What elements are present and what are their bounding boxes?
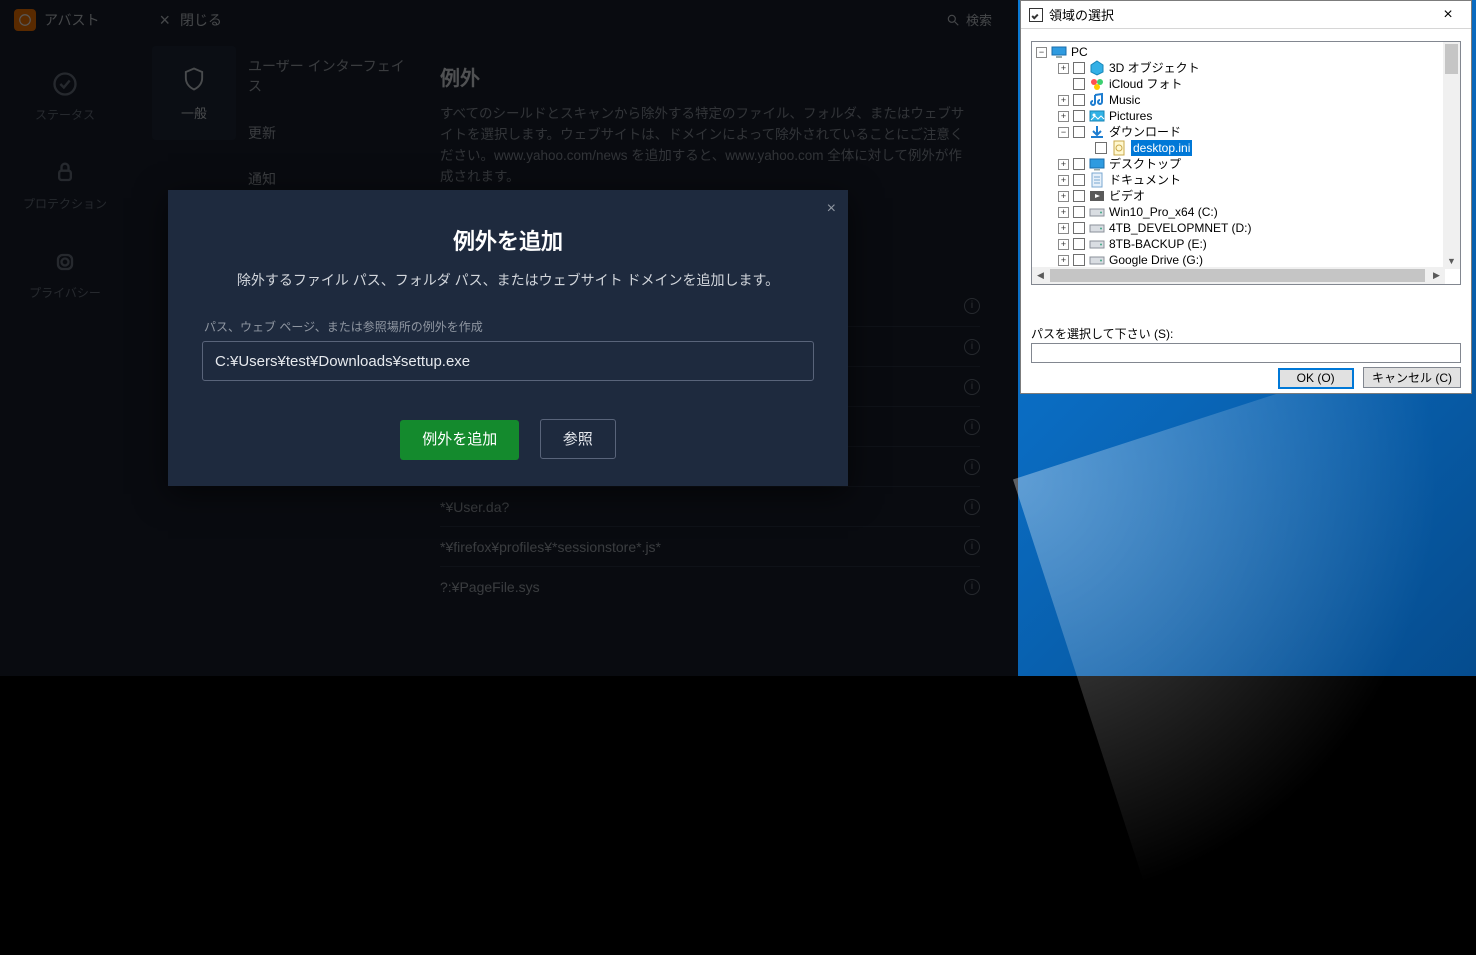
expand-icon[interactable]: + (1058, 239, 1069, 250)
tree-node[interactable]: desktop.ini (1036, 140, 1460, 156)
tree-node[interactable]: + ビデオ (1036, 188, 1460, 204)
drive-icon (1089, 236, 1105, 252)
tree-label[interactable]: デスクトップ (1109, 156, 1181, 172)
tree-node[interactable]: +4TB_DEVELOPMNET (D:) (1036, 220, 1460, 236)
tree-node[interactable]: +8TB-BACKUP (E:) (1036, 236, 1460, 252)
expand-icon[interactable]: + (1058, 63, 1069, 74)
tree-node[interactable]: − PC (1036, 44, 1460, 60)
scroll-down-icon[interactable]: ▼ (1443, 253, 1460, 269)
modal-subtitle: 除外するファイル パス、フォルダ パス、またはウェブサイト ドメインを追加します… (168, 270, 848, 290)
expand-icon[interactable]: + (1058, 207, 1069, 218)
tree-checkbox[interactable] (1073, 222, 1085, 234)
tree-checkbox[interactable] (1073, 254, 1085, 266)
tree-hscrollbar[interactable]: ◀ ▶ (1032, 267, 1445, 284)
expand-icon[interactable]: + (1058, 159, 1069, 170)
modal-field-label: パス、ウェブ ページ、または参照場所の例外を作成 (204, 318, 848, 335)
path-label: パスを選択して下さい (S): (1031, 325, 1173, 342)
modal-title: 例外を追加 (168, 224, 848, 256)
folder-tree[interactable]: −PC+3D オブジェクトiCloud フォト+Music+Pictures−ダ… (1031, 41, 1461, 285)
ok-button[interactable]: OK (O) (1278, 368, 1354, 389)
tree-label[interactable]: Music (1109, 92, 1140, 108)
path-input[interactable] (1031, 343, 1461, 363)
modal-close-icon[interactable]: × (827, 200, 836, 218)
tree-label[interactable]: Win10_Pro_x64 (C:) (1109, 204, 1218, 220)
scroll-left-icon[interactable]: ◀ (1032, 267, 1049, 284)
video-icon (1089, 188, 1105, 204)
tree-checkbox[interactable] (1073, 126, 1085, 138)
tree-checkbox[interactable] (1095, 142, 1107, 154)
add-exception-button[interactable]: 例外を追加 (400, 420, 519, 460)
doc-icon (1089, 172, 1105, 188)
tree-node[interactable]: + ドキュメント (1036, 172, 1460, 188)
tree-checkbox[interactable] (1073, 78, 1085, 90)
3d-icon (1089, 60, 1105, 76)
expand-icon[interactable]: + (1058, 111, 1069, 122)
dialog-titlebar[interactable]: 領域の選択 × (1021, 1, 1471, 29)
hscroll-thumb[interactable] (1050, 269, 1425, 282)
expand-icon[interactable]: + (1058, 191, 1069, 202)
exception-path-input[interactable] (202, 341, 814, 381)
drive-icon (1089, 204, 1105, 220)
tree-label[interactable]: PC (1071, 44, 1088, 60)
expand-icon[interactable]: + (1058, 175, 1069, 186)
drive-icon (1089, 252, 1105, 268)
tree-label[interactable]: Pictures (1109, 108, 1152, 124)
tree-checkbox[interactable] (1073, 110, 1085, 122)
desktop-light (1013, 325, 1476, 955)
tree-label[interactable]: 8TB-BACKUP (E:) (1109, 236, 1207, 252)
tree-node[interactable]: + Google Drive (G:) (1036, 252, 1460, 268)
tree-node[interactable]: + Music (1036, 92, 1460, 108)
tree-label[interactable]: Google Drive (G:) (1109, 252, 1203, 268)
tree-label[interactable]: ダウンロード (1109, 124, 1181, 140)
vscroll-thumb[interactable] (1445, 44, 1458, 74)
tree-checkbox[interactable] (1073, 158, 1085, 170)
tree-label[interactable]: ドキュメント (1109, 172, 1181, 188)
download-icon (1089, 124, 1105, 140)
tree-checkbox[interactable] (1073, 94, 1085, 106)
expand-icon[interactable]: + (1058, 223, 1069, 234)
expand-icon[interactable]: + (1058, 255, 1069, 266)
tree-checkbox[interactable] (1073, 206, 1085, 218)
tree-spacer (1058, 79, 1069, 90)
tree-label[interactable]: desktop.ini (1131, 140, 1192, 156)
drive-icon (1089, 220, 1105, 236)
ini-icon (1111, 140, 1127, 156)
tree-node[interactable]: +3D オブジェクト (1036, 60, 1460, 76)
tree-checkbox[interactable] (1073, 174, 1085, 186)
tree-node[interactable]: + Pictures (1036, 108, 1460, 124)
tree-checkbox[interactable] (1073, 62, 1085, 74)
dialog-title: 領域の選択 (1049, 5, 1114, 24)
tree-node[interactable]: iCloud フォト (1036, 76, 1460, 92)
tree-node[interactable]: − ダウンロード (1036, 124, 1460, 140)
music-icon (1089, 92, 1105, 108)
pictures-icon (1089, 108, 1105, 124)
tree-spacer (1080, 143, 1091, 154)
tree-vscrollbar[interactable]: ▲ ▼ (1443, 42, 1460, 269)
cancel-button[interactable]: キャンセル (C) (1363, 367, 1461, 388)
folder-picker-dialog: 領域の選択 × −PC+3D オブジェクトiCloud フォト+Music+Pi… (1020, 0, 1472, 394)
tree-node[interactable]: + デスクトップ (1036, 156, 1460, 172)
collapse-icon[interactable]: − (1058, 127, 1069, 138)
tree-label[interactable]: 3D オブジェクト (1109, 60, 1200, 76)
expand-icon[interactable]: + (1058, 95, 1069, 106)
add-exception-modal: × 例外を追加 除外するファイル パス、フォルダ パス、またはウェブサイト ドメ… (168, 190, 848, 486)
browse-button[interactable]: 参照 (540, 419, 616, 459)
tree-checkbox[interactable] (1073, 190, 1085, 202)
scroll-right-icon[interactable]: ▶ (1428, 267, 1445, 284)
dialog-close-icon[interactable]: × (1431, 6, 1465, 24)
pc-icon (1051, 44, 1067, 60)
icloud-icon (1089, 76, 1105, 92)
tree-node[interactable]: + Win10_Pro_x64 (C:) (1036, 204, 1460, 220)
dialog-icon (1029, 8, 1043, 22)
tree-checkbox[interactable] (1073, 238, 1085, 250)
tree-label[interactable]: iCloud フォト (1109, 76, 1182, 92)
collapse-icon[interactable]: − (1036, 47, 1047, 58)
tree-label[interactable]: 4TB_DEVELOPMNET (D:) (1109, 220, 1251, 236)
tree-label[interactable]: ビデオ (1109, 188, 1145, 204)
desktop-icon (1089, 156, 1105, 172)
